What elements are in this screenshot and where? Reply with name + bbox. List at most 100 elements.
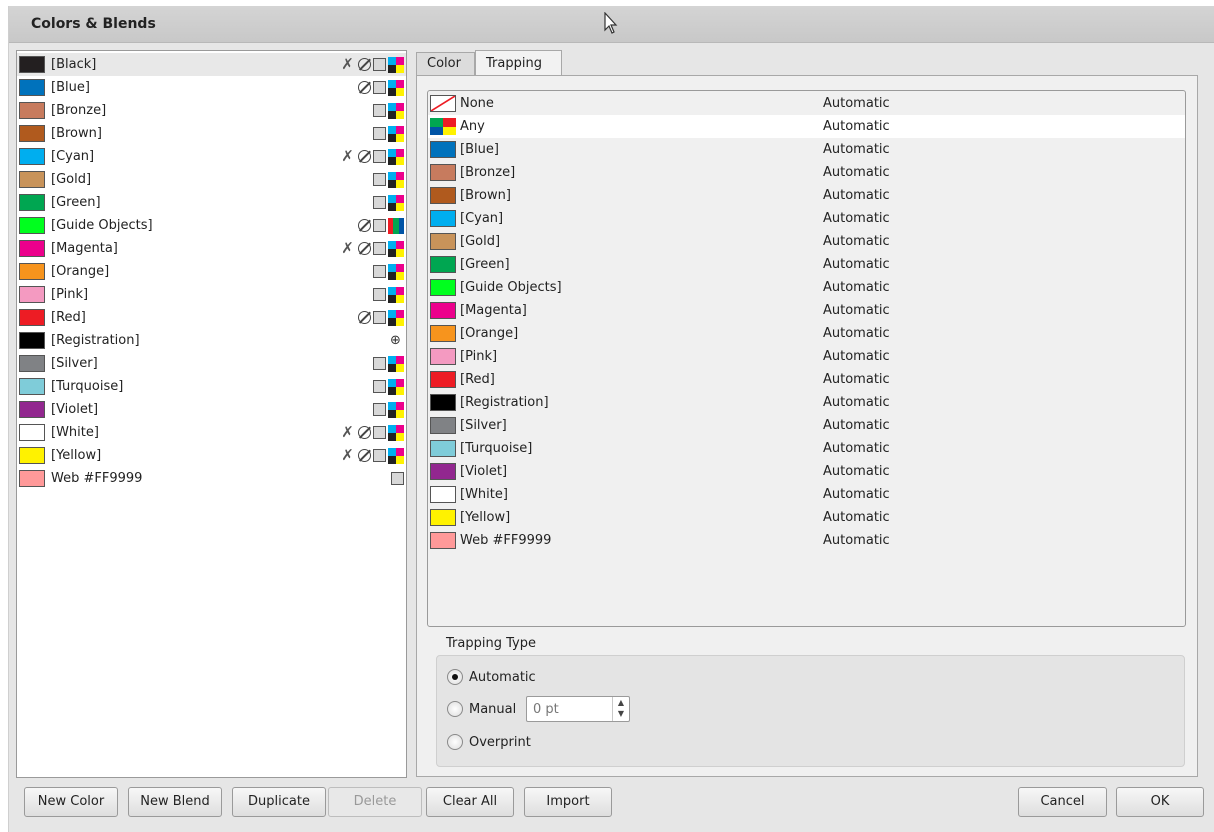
color-list-item[interactable]: [Violet] <box>17 398 406 421</box>
color-swatch <box>19 355 45 372</box>
manual-value-stepper[interactable]: 0 pt ▲ ▼ <box>526 696 630 722</box>
trapping-list-item[interactable]: [Blue] Automatic <box>428 138 1185 161</box>
color-list[interactable]: [Black] ✗ [Blue] [Bronze] [Brown] [Cyan] ✗ [Gol… <box>16 50 407 778</box>
trapping-list-item[interactable]: [Cyan] Automatic <box>428 207 1185 230</box>
trap-color-name: [Green] <box>460 257 510 272</box>
color-list-item[interactable]: [Gold] <box>17 168 406 191</box>
trap-color-name: [Turquoise] <box>460 441 533 456</box>
radio-automatic-button[interactable] <box>447 669 463 685</box>
color-name: [Turquoise] <box>51 379 124 394</box>
color-list-item[interactable]: [Pink] <box>17 283 406 306</box>
color-swatch <box>430 509 456 526</box>
trap-color-name: Any <box>460 119 485 134</box>
trapping-list-item[interactable]: [Turquoise] Automatic <box>428 437 1185 460</box>
color-name: [Gold] <box>51 172 92 187</box>
color-swatch <box>19 217 45 234</box>
no-print-icon <box>358 150 371 163</box>
cancel-button[interactable]: Cancel <box>1018 787 1107 817</box>
color-flags: ✗ <box>339 56 404 73</box>
color-name: [Blue] <box>51 80 90 95</box>
color-swatch <box>430 532 456 549</box>
cmyk-model-icon <box>388 148 404 165</box>
trapping-list-item[interactable]: None Automatic <box>428 92 1185 115</box>
trapping-list-item[interactable]: [Pink] Automatic <box>428 345 1185 368</box>
trapping-list-item[interactable]: [Orange] Automatic <box>428 322 1185 345</box>
new-blend-button[interactable]: New Blend <box>128 787 222 817</box>
trap-value: Automatic <box>823 510 890 525</box>
radio-automatic[interactable]: Automatic <box>447 669 536 685</box>
color-name: [Violet] <box>51 402 99 417</box>
ok-button[interactable]: OK <box>1116 787 1204 817</box>
stepper-arrows-icon[interactable]: ▲ ▼ <box>612 697 629 721</box>
trapping-list-item[interactable]: [Yellow] Automatic <box>428 506 1185 529</box>
trap-value: Automatic <box>823 119 890 134</box>
import-button[interactable]: Import <box>524 787 612 817</box>
trapping-list-item[interactable]: [Gold] Automatic <box>428 230 1185 253</box>
color-name: [Yellow] <box>51 448 102 463</box>
no-print-icon <box>358 449 371 462</box>
trapping-list-item[interactable]: [Red] Automatic <box>428 368 1185 391</box>
clear-all-button[interactable]: Clear All <box>426 787 514 817</box>
color-flags: ⊕ <box>387 332 404 349</box>
color-list-item[interactable]: [Brown] <box>17 122 406 145</box>
cmyk-model-icon <box>388 125 404 142</box>
trapping-list-item[interactable]: [Silver] Automatic <box>428 414 1185 437</box>
manual-value-input[interactable]: 0 pt <box>533 702 559 717</box>
delete-button[interactable]: Delete <box>328 787 422 817</box>
color-list-item[interactable]: [Yellow] ✗ <box>17 444 406 467</box>
color-list-item[interactable]: [Orange] <box>17 260 406 283</box>
tab-color[interactable]: Color <box>416 52 475 76</box>
trapping-list-item[interactable]: Web #FF9999 Automatic <box>428 529 1185 552</box>
radio-overprint[interactable]: Overprint <box>447 734 531 750</box>
no-trap-icon: ✗ <box>341 55 354 73</box>
trap-value: Automatic <box>823 441 890 456</box>
color-swatch <box>430 210 456 227</box>
trapping-list-item[interactable]: [Violet] Automatic <box>428 460 1185 483</box>
color-list-item[interactable]: [Turquoise] <box>17 375 406 398</box>
spot-color-icon <box>373 104 386 117</box>
color-swatch <box>19 102 45 119</box>
color-list-item[interactable]: [White] ✗ <box>17 421 406 444</box>
color-list-item[interactable]: [Registration] ⊕ <box>17 329 406 352</box>
color-swatch <box>430 394 456 411</box>
no-print-icon <box>358 219 371 232</box>
color-list-item[interactable]: [Guide Objects] <box>17 214 406 237</box>
tab-trapping[interactable]: Trapping <box>475 50 562 76</box>
color-list-item[interactable]: [Black] ✗ <box>17 53 406 76</box>
radio-manual[interactable]: Manual <box>447 701 516 717</box>
color-list-item[interactable]: [Red] <box>17 306 406 329</box>
trap-color-name: [Gold] <box>460 234 501 249</box>
trapping-list-item[interactable]: [Green] Automatic <box>428 253 1185 276</box>
color-name: [White] <box>51 425 99 440</box>
no-print-icon <box>358 81 371 94</box>
radio-manual-button[interactable] <box>447 701 463 717</box>
color-flags: ✗ <box>339 447 404 464</box>
radio-overprint-button[interactable] <box>447 734 463 750</box>
trapping-list-item[interactable]: [Brown] Automatic <box>428 184 1185 207</box>
trap-value: Automatic <box>823 349 890 364</box>
color-list-item[interactable]: [Cyan] ✗ <box>17 145 406 168</box>
trapping-list[interactable]: None Automatic Any Automatic [Blue] Automatic… <box>427 90 1186 627</box>
color-swatch <box>430 417 456 434</box>
color-list-item[interactable]: [Magenta] ✗ <box>17 237 406 260</box>
cmyk-model-icon <box>388 263 404 280</box>
trap-color-name: [Blue] <box>460 142 499 157</box>
color-list-item[interactable]: [Silver] <box>17 352 406 375</box>
color-list-item[interactable]: [Bronze] <box>17 99 406 122</box>
trapping-list-item[interactable]: Any Automatic <box>428 115 1185 138</box>
no-print-icon <box>358 58 371 71</box>
trapping-list-item[interactable]: [White] Automatic <box>428 483 1185 506</box>
trapping-list-item[interactable]: [Registration] Automatic <box>428 391 1185 414</box>
trapping-list-item[interactable]: [Guide Objects] Automatic <box>428 276 1185 299</box>
mouse-cursor-icon <box>604 12 618 34</box>
trapping-list-item[interactable]: [Bronze] Automatic <box>428 161 1185 184</box>
color-list-item[interactable]: Web #FF9999 <box>17 467 406 490</box>
color-swatch <box>19 125 45 142</box>
trapping-list-item[interactable]: [Magenta] Automatic <box>428 299 1185 322</box>
color-list-item[interactable]: [Blue] <box>17 76 406 99</box>
new-color-button[interactable]: New Color <box>24 787 118 817</box>
duplicate-button[interactable]: Duplicate <box>232 787 326 817</box>
color-list-item[interactable]: [Green] <box>17 191 406 214</box>
trap-color-name: [Cyan] <box>460 211 504 226</box>
color-flags: ✗ <box>339 240 404 257</box>
